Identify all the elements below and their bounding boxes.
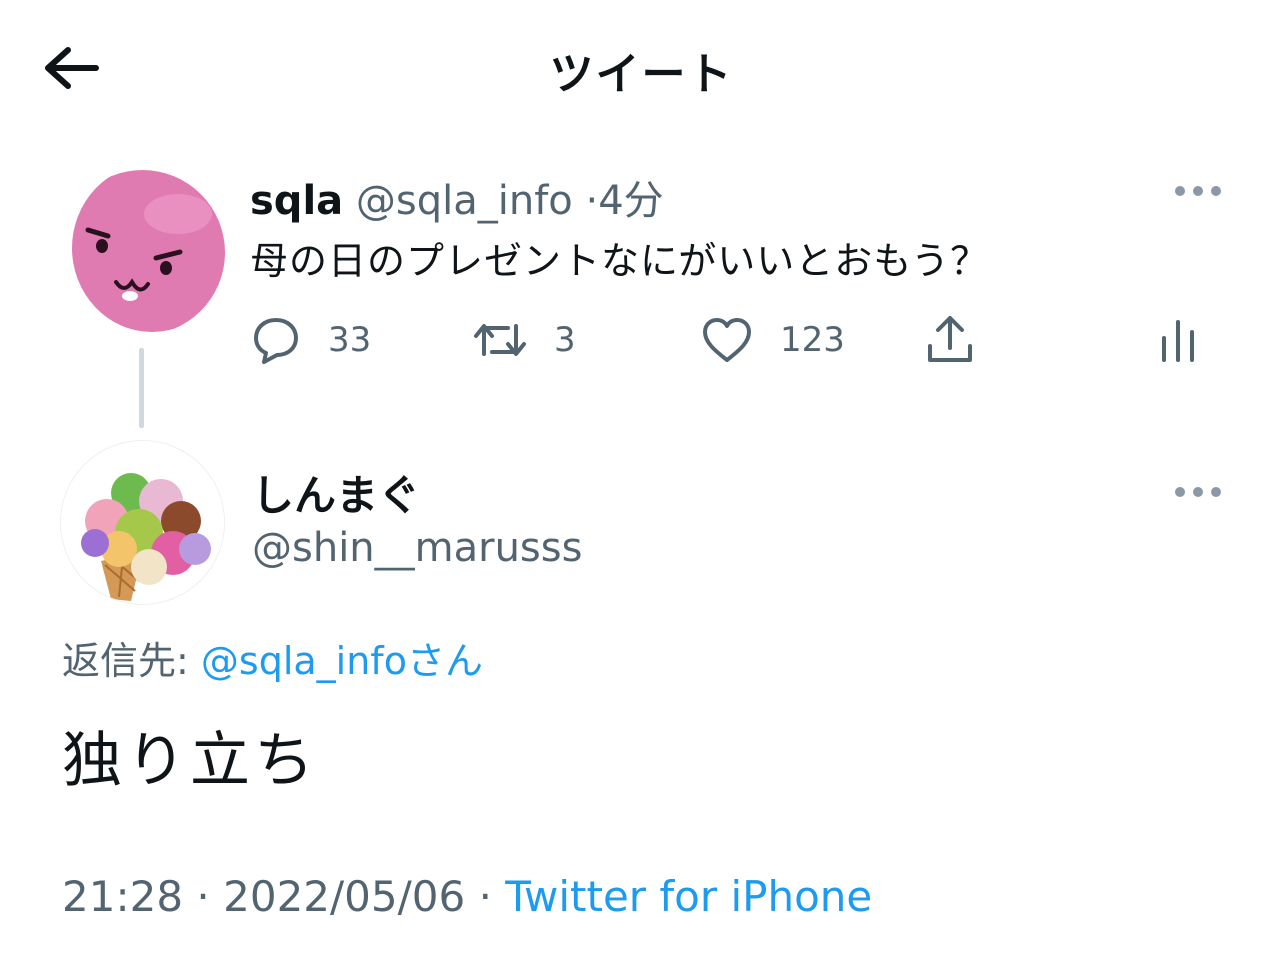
more-options-button[interactable] [1174,183,1222,199]
like-count: 123 [780,320,845,360]
thread-connector-line [139,348,144,428]
separator-dot: · [585,178,599,224]
share-icon [928,316,972,362]
parent-tweet-header: sqla @sqla_info ·4分 [250,168,664,226]
author-name[interactable]: しんまぐ [252,462,420,523]
retweet-icon [474,324,526,356]
author-handle[interactable]: @shin__marusss [252,525,582,571]
replying-to-link[interactable]: @sqla_infoさん [201,639,483,683]
tweet-text: 母の日のプレゼントなにがいいとおもう？ [250,239,990,283]
more-options-button[interactable] [1174,484,1222,500]
client-link[interactable]: Twitter for iPhone [505,872,872,921]
page-title: ツイート [549,49,734,100]
tweet-metadata: 21:28 · 2022/05/06 · Twitter for iPhone [62,872,872,921]
author-handle[interactable]: @sqla_info [356,178,573,224]
analytics-bars-icon [1162,320,1194,362]
like-button[interactable]: 123 [700,310,845,370]
ice-cream-avatar-image [61,441,224,604]
retweet-count: 3 [554,320,576,360]
more-dots-icon [1175,186,1221,196]
replying-to-label: 返信先: [62,639,189,683]
tweet-time[interactable]: 21:28 [62,872,183,921]
separator-dot: · [196,872,210,921]
tweet-time[interactable]: 4分 [598,178,663,224]
avatar[interactable] [60,170,225,335]
reply-icon [254,318,298,364]
tweet-date[interactable]: 2022/05/06 [223,872,465,921]
replying-to-line: 返信先: @sqla_infoさん [62,630,483,685]
avatar[interactable] [60,440,225,605]
author-name[interactable]: sqla [250,178,343,224]
retweet-button[interactable]: 3 [472,310,576,370]
separator-dot: · [478,872,492,921]
tweet-text: 独り立ち [62,726,318,796]
analytics-button[interactable] [1158,310,1198,370]
more-dots-icon [1175,487,1221,497]
share-button[interactable] [922,310,978,370]
heart-icon [703,318,751,362]
reply-count: 33 [328,320,372,360]
reply-button[interactable]: 33 [250,310,371,370]
pink-face-avatar-image [60,170,225,335]
